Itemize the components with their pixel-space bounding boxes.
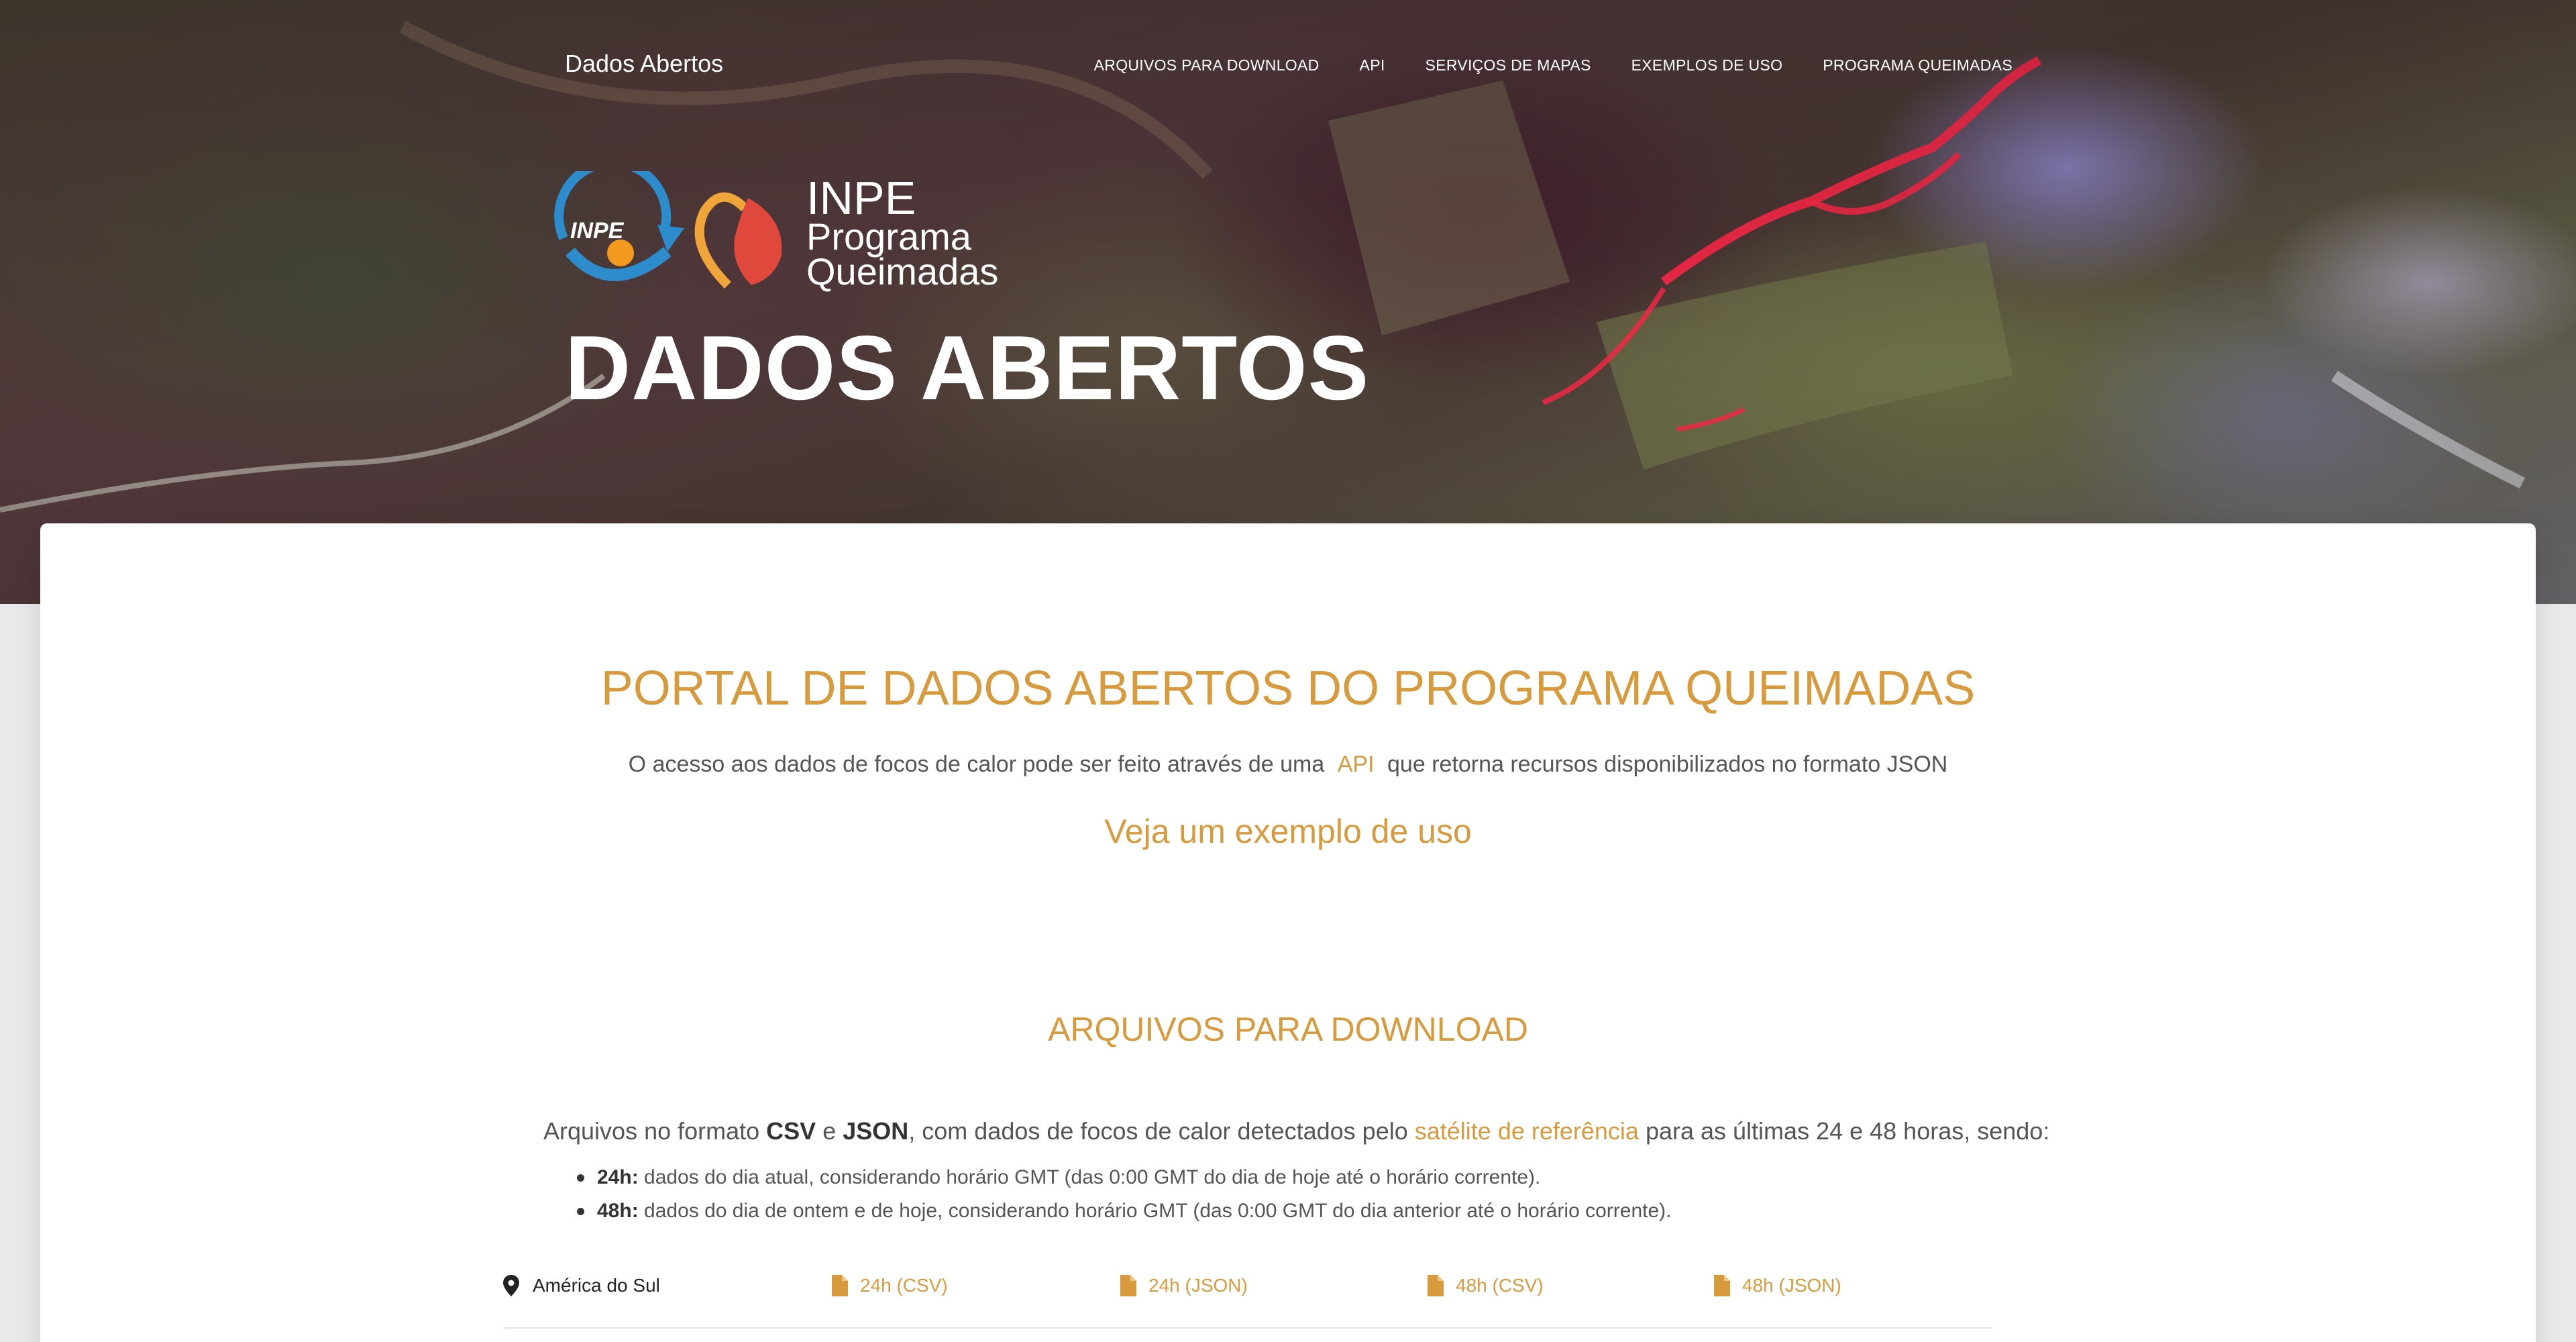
region-label: América do Sul <box>503 1275 660 1296</box>
download-label: 48h (JSON) <box>1742 1275 1841 1296</box>
portal-subtitle: O acesso aos dados de focos de calor pod… <box>40 752 2536 778</box>
bullet-text: dados do dia atual, considerando horário… <box>638 1166 1541 1188</box>
downloads-title: ARQUIVOS PARA DOWNLOAD <box>1048 1011 1528 1048</box>
list-item: 48h: dados do dia de ontem e de hoje, co… <box>577 1194 1671 1228</box>
file-icon <box>1120 1275 1136 1296</box>
download-row-south-america: América do Sul 24h (CSV) 24h (JSON) 48h … <box>503 1275 1992 1329</box>
hero-banner <box>0 0 2576 604</box>
intro-csv: CSV <box>766 1117 816 1145</box>
nav-item-queimadas[interactable]: PROGRAMA QUEIMADAS <box>1823 56 2012 74</box>
bullet-text: dados do dia de ontem e de hoje, conside… <box>638 1200 1672 1222</box>
hero-title: DADOS ABERTOS <box>565 317 1370 419</box>
portal-title: PORTAL DE DADOS ABERTOS DO PROGRAMA QUEI… <box>600 662 1976 715</box>
file-icon <box>1714 1275 1730 1296</box>
intro-json: JSON <box>843 1117 909 1145</box>
nav-item-map-services[interactable]: SERVIÇOS DE MAPAS <box>1426 56 1591 74</box>
bullet-label: 48h: <box>597 1200 639 1222</box>
downloads-bullets: 24h: dados do dia atual, considerando ho… <box>577 1161 1671 1228</box>
download-24h-json-link[interactable]: 24h (JSON) <box>1120 1275 1248 1296</box>
intro-text-1: Arquivos no formato <box>543 1117 767 1145</box>
nav-item-downloads[interactable]: ARQUIVOS PARA DOWNLOAD <box>1094 56 1320 74</box>
inpe-badge-text: INPE <box>570 218 625 244</box>
download-label: 24h (JSON) <box>1148 1275 1248 1296</box>
main-nav: ARQUIVOS PARA DOWNLOAD API SERVIÇOS DE M… <box>1054 56 2012 74</box>
file-icon <box>832 1275 848 1296</box>
api-link[interactable]: API <box>1338 752 1375 777</box>
map-pin-icon <box>503 1275 519 1296</box>
region-name: América do Sul <box>533 1275 660 1296</box>
intro-text-3: , com dados de focos de calor detectados… <box>908 1117 1415 1145</box>
download-48h-csv-link[interactable]: 48h (CSV) <box>1428 1275 1544 1296</box>
portal-subtitle-after: que retorna recursos disponibilizados no… <box>1387 752 1948 777</box>
download-label: 24h (CSV) <box>860 1275 948 1296</box>
list-item: 24h: dados do dia atual, considerando ho… <box>577 1161 1671 1194</box>
intro-text-4: para as últimas 24 e 48 horas, sendo: <box>1638 1117 2050 1145</box>
nav-item-api[interactable]: API <box>1360 56 1385 74</box>
download-24h-csv-link[interactable]: 24h (CSV) <box>832 1275 948 1296</box>
portal-subtitle-before: O acesso aos dados de focos de calor pod… <box>628 752 1325 777</box>
reference-satellite-link[interactable]: satélite de referência <box>1415 1117 1639 1145</box>
logo-queimadas-text: Queimadas <box>806 250 999 293</box>
content-card: PORTAL DE DADOS ABERTOS DO PROGRAMA QUEI… <box>40 523 2536 1342</box>
site-brand[interactable]: Dados Abertos <box>565 50 723 78</box>
example-usage-link[interactable]: Veja um exemplo de uso <box>40 812 2536 851</box>
downloads-intro: Arquivos no formato CSV e JSON, com dado… <box>543 1117 2049 1145</box>
download-label: 48h (CSV) <box>1456 1275 1544 1296</box>
nav-item-examples[interactable]: EXEMPLOS DE USO <box>1631 56 1783 74</box>
download-48h-json-link[interactable]: 48h (JSON) <box>1714 1275 1841 1296</box>
intro-text-2: e <box>816 1117 843 1145</box>
bullet-label: 24h: <box>597 1166 639 1188</box>
file-icon <box>1428 1275 1444 1296</box>
